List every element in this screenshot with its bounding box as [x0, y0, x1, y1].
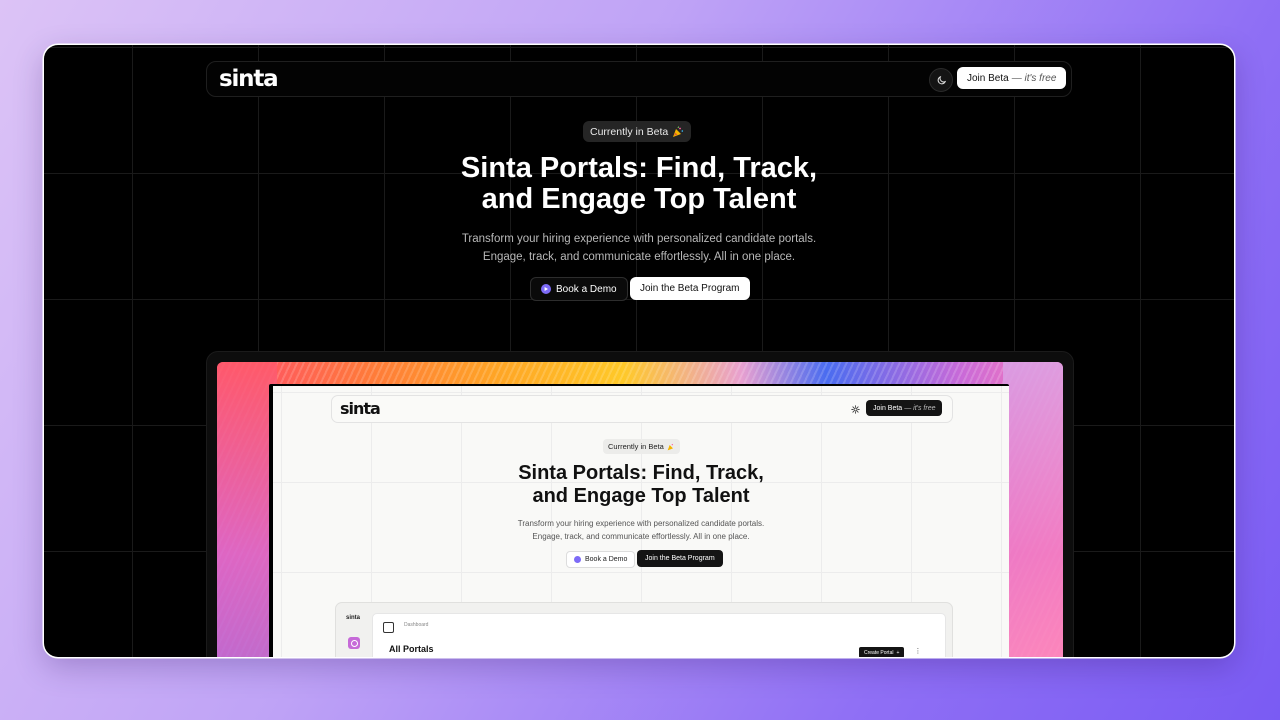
- preview-subtitle-line-2: Engage, track, and communicate effortles…: [532, 532, 750, 541]
- preview-create-portal-button: Create Portal +: [859, 647, 905, 657]
- preview-party-popper-icon: [667, 443, 673, 450]
- browser-frame: sinta Join Beta — it's free Currently in…: [44, 45, 1234, 657]
- gradient-shade-right: [1003, 362, 1063, 657]
- preview-breadcrumb: Dashboard: [404, 622, 429, 628]
- moon-icon: [937, 75, 946, 84]
- join-beta-program-label: Join the Beta Program: [640, 283, 740, 294]
- preview-book-demo-button: Book a Demo: [566, 551, 636, 568]
- more-options-icon: ⋮: [914, 648, 922, 655]
- preview-title: Sinta Portals: Find, Track, and Engage T…: [491, 462, 791, 508]
- preview-nav: sinta Join Beta — it's free: [331, 395, 953, 423]
- preview-join-label: Join Beta: [873, 404, 903, 412]
- hero-subtitle: Transform your hiring experience with pe…: [389, 230, 889, 266]
- preview-title-line-1: Sinta Portals: Find, Track,: [518, 462, 764, 484]
- join-beta-button[interactable]: Join Beta — it's free: [957, 67, 1067, 89]
- preview-subtitle: Transform your hiring experience with pe…: [491, 517, 791, 543]
- plus-icon: +: [896, 649, 900, 656]
- beta-badge-label: Currently in Beta: [590, 125, 669, 138]
- preview-join-suffix: — it's free: [904, 404, 936, 412]
- preview-play-icon: [574, 556, 581, 563]
- subtitle-line-1: Transform your hiring experience with pe…: [461, 233, 817, 245]
- join-beta-label: Join Beta: [967, 72, 1009, 84]
- preview-sidebar-logo: sinta: [346, 615, 361, 621]
- preview-badge-label: Currently in Beta: [608, 442, 664, 451]
- gradient-shade-left: [217, 362, 277, 657]
- logo[interactable]: sinta: [219, 66, 279, 92]
- preview-all-portals-heading: All Portals: [389, 644, 434, 654]
- preview-gradient-background: sinta Join Beta — it's free Currently in…: [217, 362, 1063, 657]
- sidebar-toggle-icon: [383, 622, 394, 633]
- product-preview: sinta Join Beta — it's free Currently in…: [206, 351, 1074, 657]
- preview-beta-badge: Currently in Beta: [603, 439, 680, 454]
- subtitle-line-2: Engage, track, and communicate effortles…: [482, 251, 796, 263]
- preview-create-label: Create Portal: [864, 649, 894, 656]
- preview-logo: sinta: [340, 399, 381, 418]
- join-beta-suffix: — it's free: [1011, 72, 1057, 84]
- preview-subtitle-line-1: Transform your hiring experience with pe…: [517, 519, 765, 528]
- sun-icon: [848, 402, 862, 416]
- join-beta-program-button[interactable]: Join the Beta Program: [630, 277, 750, 300]
- top-nav: sinta Join Beta — it's free: [206, 61, 1072, 97]
- preview-join-beta-program-button: Join the Beta Program: [637, 550, 723, 567]
- preview-screen: sinta Join Beta — it's free Currently in…: [269, 384, 1009, 657]
- beta-badge: Currently in Beta: [583, 121, 692, 142]
- preview-title-line-2: and Engage Top Talent: [532, 485, 750, 507]
- theme-toggle-button[interactable]: [929, 68, 953, 92]
- preview-sidebar-home-icon: [348, 637, 360, 649]
- party-popper-icon: [673, 125, 684, 137]
- play-icon: [541, 284, 551, 294]
- book-demo-button[interactable]: Book a Demo: [530, 277, 628, 301]
- preview-dashboard-panel: Dashboard All Portals Create Portal + ⋮: [372, 613, 946, 657]
- page-title: Sinta Portals: Find, Track, and Engage T…: [389, 153, 889, 215]
- preview-beta-label: Join the Beta Program: [645, 555, 715, 562]
- title-line-2: and Engage Top Talent: [481, 183, 797, 215]
- preview-page: sinta Join Beta — it's free Currently in…: [273, 386, 1009, 657]
- preview-demo-label: Book a Demo: [585, 556, 628, 563]
- title-line-1: Sinta Portals: Find, Track,: [460, 152, 818, 184]
- book-demo-label: Book a Demo: [556, 283, 617, 295]
- preview-join-beta-button: Join Beta — it's free: [866, 400, 943, 416]
- preview-dashboard: sinta Dashboard All Portals Create Porta…: [335, 602, 953, 657]
